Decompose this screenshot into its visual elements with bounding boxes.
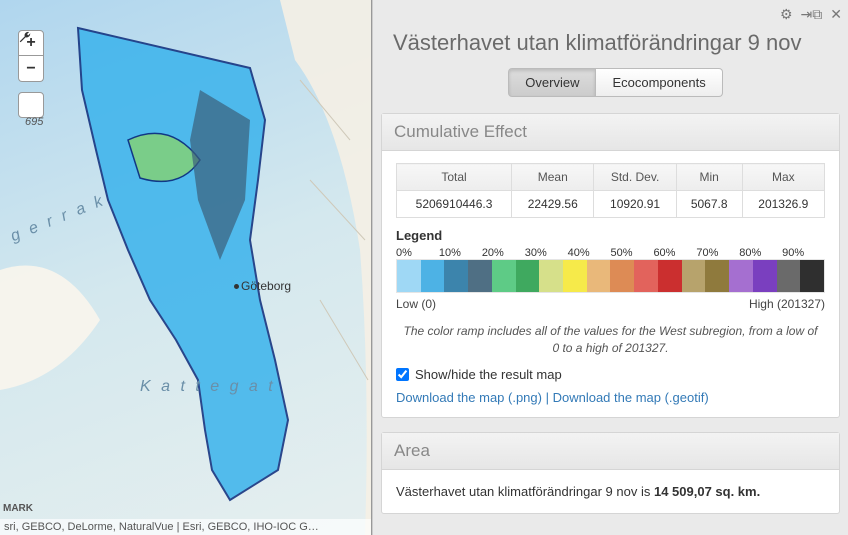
link-separator: | (542, 390, 553, 405)
map-scale-label: 695 (25, 116, 43, 128)
col-total: Total (397, 164, 512, 191)
legend-swatch (539, 260, 563, 292)
map-viewport[interactable]: + − 695 g e r r a k K a t t e g a t Göte… (0, 0, 372, 535)
toggle-result-map-checkbox[interactable] (396, 368, 409, 381)
legend-high-label: High (201327) (749, 297, 825, 311)
stats-table: Total Mean Std. Dev. Min Max 5206910446.… (396, 163, 825, 218)
legend-pct-label: 30% (525, 247, 568, 259)
legend: 0%10%20%30%40%50%60%70%80%90% Low (0) Hi… (396, 247, 825, 311)
zoom-out-button[interactable]: − (18, 56, 44, 82)
legend-title: Legend (396, 228, 825, 243)
legend-swatch (587, 260, 611, 292)
legend-swatch (610, 260, 634, 292)
close-icon[interactable]: ✕ (830, 6, 842, 23)
tab-ecocomponents[interactable]: Ecocomponents (596, 68, 722, 97)
section-heading: Cumulative Effect (382, 114, 839, 151)
legend-pct-label: 70% (696, 247, 739, 259)
legend-low-label: Low (0) (396, 297, 436, 311)
legend-swatch (421, 260, 445, 292)
legend-swatch (397, 260, 421, 292)
legend-swatch (777, 260, 801, 292)
col-stddev: Std. Dev. (594, 164, 676, 191)
legend-swatch (444, 260, 468, 292)
val-min: 5067.8 (676, 191, 742, 218)
legend-pct-label: 20% (482, 247, 525, 259)
legend-pct-label: 60% (653, 247, 696, 259)
legend-color-ramp (396, 259, 825, 293)
legend-swatch (563, 260, 587, 292)
tab-overview[interactable]: Overview (508, 68, 596, 97)
gear-icon[interactable]: ⚙ (780, 6, 793, 23)
legend-pct-label: 0% (396, 247, 439, 259)
tab-bar: Overview Ecocomponents (393, 68, 838, 113)
legend-pct-label: 80% (739, 247, 782, 259)
country-label-fragment: MARK (3, 503, 33, 514)
panel-header: ⚙ ⇥⧉ ✕ Västerhavet utan klimatförändring… (373, 0, 848, 113)
col-mean: Mean (512, 164, 594, 191)
city-label-goteborg: Göteborg (241, 279, 291, 293)
panel-title: Västerhavet utan klimatförändringar 9 no… (393, 6, 838, 68)
city-marker (234, 284, 239, 289)
section-area: Area Västerhavet utan klimatförändringar… (381, 432, 840, 515)
legend-swatch (492, 260, 516, 292)
legend-swatch (753, 260, 777, 292)
val-stddev: 10920.91 (594, 191, 676, 218)
area-prefix: Västerhavet utan klimatförändringar 9 no… (396, 484, 654, 499)
map-overlay-svg (0, 0, 372, 535)
legend-swatch (468, 260, 492, 292)
legend-pct-label: 90% (782, 247, 825, 259)
section-cumulative-effect: Cumulative Effect Total Mean Std. Dev. M… (381, 113, 840, 418)
download-png-link[interactable]: Download the map (.png) (396, 390, 542, 405)
legend-swatch (705, 260, 729, 292)
download-geotif-link[interactable]: Download the map (.geotif) (553, 390, 709, 405)
legend-pct-label: 40% (568, 247, 611, 259)
val-total: 5206910446.3 (397, 191, 512, 218)
wrench-icon (18, 30, 32, 44)
legend-swatch (516, 260, 540, 292)
legend-pct-label: 50% (611, 247, 654, 259)
legend-percent-labels: 0%10%20%30%40%50%60%70%80%90% (396, 247, 825, 259)
val-mean: 22429.56 (512, 191, 594, 218)
legend-swatch (682, 260, 706, 292)
legend-swatch (658, 260, 682, 292)
map-attribution: sri, GEBCO, DeLorme, NaturalVue | Esri, … (0, 519, 372, 535)
section-heading: Area (382, 433, 839, 470)
map-tools-button[interactable] (18, 92, 44, 118)
side-panel: ⚙ ⇥⧉ ✕ Västerhavet utan klimatförändring… (372, 0, 848, 535)
zoom-controls: + − (18, 30, 44, 118)
toggle-result-map-label: Show/hide the result map (415, 367, 562, 382)
download-links: Download the map (.png) | Download the m… (396, 390, 825, 405)
export-icon[interactable]: ⇥⧉ (801, 6, 823, 23)
legend-pct-label: 10% (439, 247, 482, 259)
legend-swatch (634, 260, 658, 292)
legend-swatch (800, 260, 824, 292)
legend-swatch (729, 260, 753, 292)
area-text: Västerhavet utan klimatförändringar 9 no… (396, 482, 825, 502)
legend-note: The color ramp includes all of the value… (400, 323, 821, 357)
col-max: Max (742, 164, 824, 191)
val-max: 201326.9 (742, 191, 824, 218)
col-min: Min (676, 164, 742, 191)
area-value: 14 509,07 sq. km. (654, 484, 760, 499)
